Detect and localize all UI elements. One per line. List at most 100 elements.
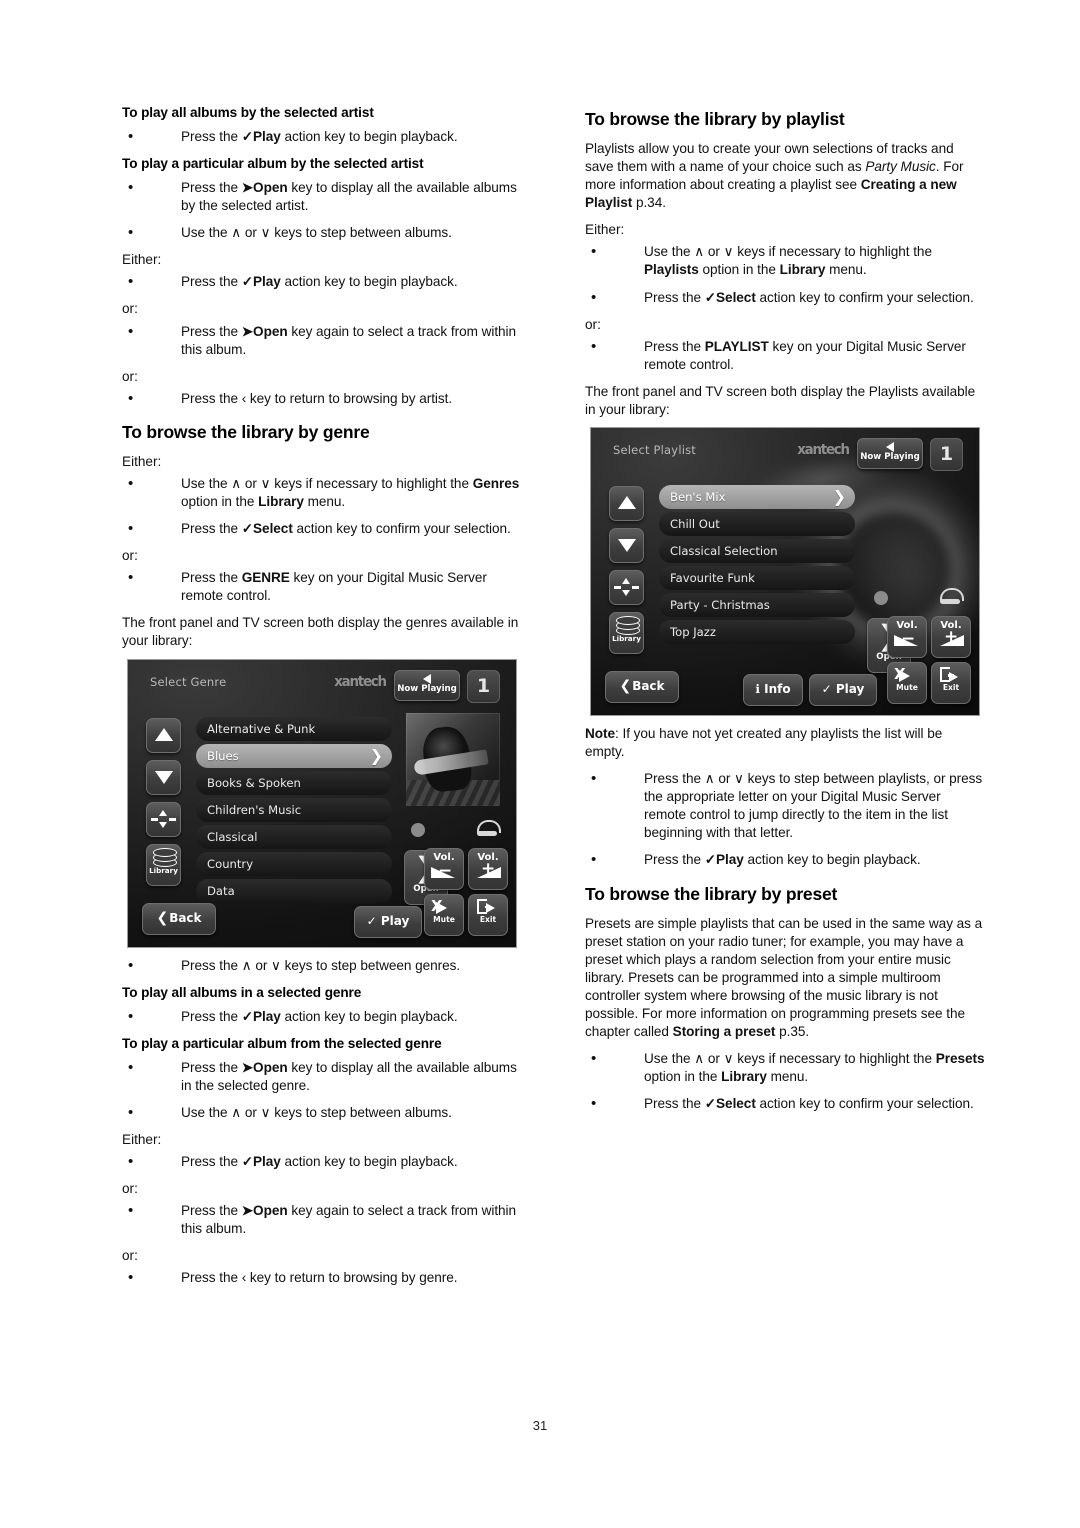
list-item[interactable]: Chill Out xyxy=(659,512,855,537)
bullet-text: Press the ✓Play action key to begin play… xyxy=(181,1153,458,1169)
headphone-indicator-icon xyxy=(476,819,501,837)
list-item[interactable]: Party - Christmas xyxy=(659,593,855,618)
bullet-dot-icon: • xyxy=(128,1103,134,1121)
play-button-label: Play xyxy=(380,913,410,928)
list-item-label: Books & Spoken xyxy=(207,775,301,790)
list-item-label: Top Jazz xyxy=(670,625,716,640)
chevron-left-icon: ❮ xyxy=(156,909,169,926)
exit-button[interactable]: Exit xyxy=(931,662,971,705)
back-button[interactable]: ❮Back xyxy=(605,671,679,704)
now-playing-label: Now Playing xyxy=(860,452,920,463)
play-button-label: Play xyxy=(835,682,865,697)
bullet-dot-icon: • xyxy=(591,851,597,869)
list-item[interactable]: Data xyxy=(196,878,392,903)
body-paragraph: Presets are simple playlists that can be… xyxy=(585,915,983,1040)
mute-button[interactable]: Mute xyxy=(887,662,927,705)
bullet-text: Use the ∧ or ∨ keys if necessary to high… xyxy=(644,1051,985,1085)
bullet-text: Press the ✓Play action key to begin play… xyxy=(181,274,458,290)
lead-in-text: or: xyxy=(122,1181,138,1197)
list-item[interactable]: Ben's Mix ❯ xyxy=(659,485,855,510)
section-heading: To browse the library by playlist xyxy=(585,109,845,129)
back-button[interactable]: ❮Back xyxy=(142,902,216,935)
now-playing-button[interactable]: Now Playing xyxy=(857,438,923,470)
bullet-text: Press the ➤Open key to display all the a… xyxy=(181,180,517,214)
list-item[interactable]: Blues ❯ xyxy=(196,743,392,768)
mute-button[interactable]: Mute xyxy=(424,893,464,936)
library-button[interactable]: Library xyxy=(609,612,644,655)
page-number: 31 xyxy=(532,1418,548,1433)
bullet-dot-icon: • xyxy=(591,1050,597,1068)
bullet-item: • Press the ∧ or ∨ keys to step between p… xyxy=(585,770,985,842)
bullet-dot-icon: • xyxy=(128,1202,134,1220)
bullet-dot-icon: • xyxy=(128,224,134,242)
bullet-item: • Press the ➤Open key to display all the … xyxy=(122,179,522,215)
volume-down-button[interactable]: Vol. − xyxy=(424,847,464,890)
bullet-text: Use the ∧ or ∨ keys to step between albu… xyxy=(181,1104,452,1120)
play-button[interactable]: ✓ Play xyxy=(354,905,422,938)
bullet-dot-icon: • xyxy=(128,474,134,492)
screen-title: Select Playlist xyxy=(613,443,697,458)
list-item[interactable]: Classical Selection xyxy=(659,539,855,564)
list-item-label: Ben's Mix xyxy=(670,490,726,505)
transport-pad: Vol.−Vol.+ Mute Exit xyxy=(887,616,971,705)
lead-in-text: Either: xyxy=(585,222,625,238)
bullet-item: • Press the ➤Open key to display all the … xyxy=(122,1059,522,1095)
device-screenshot-playlist: Select Playlist xantech Now Playing 1 Librar… xyxy=(591,428,979,716)
list-item-label: Chill Out xyxy=(670,517,720,532)
bullet-dot-icon: • xyxy=(128,273,134,291)
album-artwork xyxy=(406,712,500,806)
scroll-up-button[interactable] xyxy=(609,486,644,522)
scroll-down-button[interactable] xyxy=(609,528,644,564)
zone-indicator: 1 xyxy=(930,438,963,472)
disc-stack-icon xyxy=(615,616,640,636)
volume-up-button[interactable]: Vol. + xyxy=(468,847,508,890)
list-item-label: Alternative & Punk xyxy=(207,721,316,736)
scroll-down-button[interactable] xyxy=(146,759,181,795)
list-item[interactable]: Alternative & Punk xyxy=(196,716,392,741)
list-item[interactable]: Children's Music xyxy=(196,797,392,822)
list-item-label: Data xyxy=(207,883,235,898)
body-paragraph: Note: If you have not yet created any pl… xyxy=(585,726,943,760)
caret-up-icon xyxy=(154,727,173,741)
bullet-text: Press the ∧ or ∨ keys to step between ge… xyxy=(181,957,461,973)
bullet-text: Press the ∧ or ∨ keys to step between pl… xyxy=(644,771,983,841)
bullet-item: • Press the ✓Select action key to confirm… xyxy=(585,1095,985,1113)
subsection-heading: To play all albums in a selected genre xyxy=(122,984,362,1000)
library-button[interactable]: Library xyxy=(146,843,181,886)
bullet-item: • Use the ∧ or ∨ keys to step between alb… xyxy=(122,1104,522,1122)
scroll-up-button[interactable] xyxy=(146,717,181,753)
list-item-label: Classical xyxy=(207,829,258,844)
bullet-item: • Press the ✓Play action key to begin pla… xyxy=(122,273,522,291)
bullet-item: • Press the ‹ key to return to browsing b… xyxy=(122,1269,522,1287)
left-column: To play all albums by the selected artis… xyxy=(122,95,522,1296)
browse-list[interactable]: Alternative & Punk Blues ❯ Books & Spoken Ch… xyxy=(196,716,392,906)
volume-down-button[interactable]: Vol. − xyxy=(887,616,927,659)
lead-in-text: or: xyxy=(122,368,138,384)
plus-icon: + xyxy=(481,858,496,879)
bullet-dot-icon: • xyxy=(591,243,597,261)
jump-button[interactable] xyxy=(146,801,181,837)
status-dot-indicator xyxy=(411,822,425,837)
volume-up-button[interactable]: Vol. + xyxy=(931,616,971,659)
bullet-item: • Press the ∧ or ∨ keys to step between g… xyxy=(122,957,522,975)
info-button[interactable]: ℹ Info xyxy=(743,674,803,707)
bullet-dot-icon: • xyxy=(128,389,134,407)
list-item[interactable]: Top Jazz xyxy=(659,620,855,645)
bullet-text: Press the ✓Play action key to begin play… xyxy=(181,128,458,144)
list-item[interactable]: Country xyxy=(196,851,392,876)
exit-button-label: Exit xyxy=(479,914,497,924)
bullet-item: • Press the ➤Open key again to select a t… xyxy=(122,323,522,359)
list-item[interactable]: Books & Spoken xyxy=(196,770,392,795)
bullet-text: Press the ➤Open key to display all the a… xyxy=(181,1059,517,1093)
browse-list[interactable]: Ben's Mix ❯ Chill Out Classical Selection Fa… xyxy=(659,485,855,647)
lead-in-text: Either: xyxy=(122,252,162,268)
exit-button[interactable]: Exit xyxy=(468,893,508,936)
minus-icon: − xyxy=(901,629,916,650)
list-item[interactable]: Classical xyxy=(196,824,392,849)
list-item[interactable]: Favourite Funk xyxy=(659,566,855,591)
play-button[interactable]: ✓ Play xyxy=(809,674,877,707)
headphone-indicator-icon xyxy=(939,588,964,605)
list-item-label: Blues xyxy=(207,748,239,763)
now-playing-button[interactable]: Now Playing xyxy=(394,669,460,701)
jump-button[interactable] xyxy=(609,570,644,606)
